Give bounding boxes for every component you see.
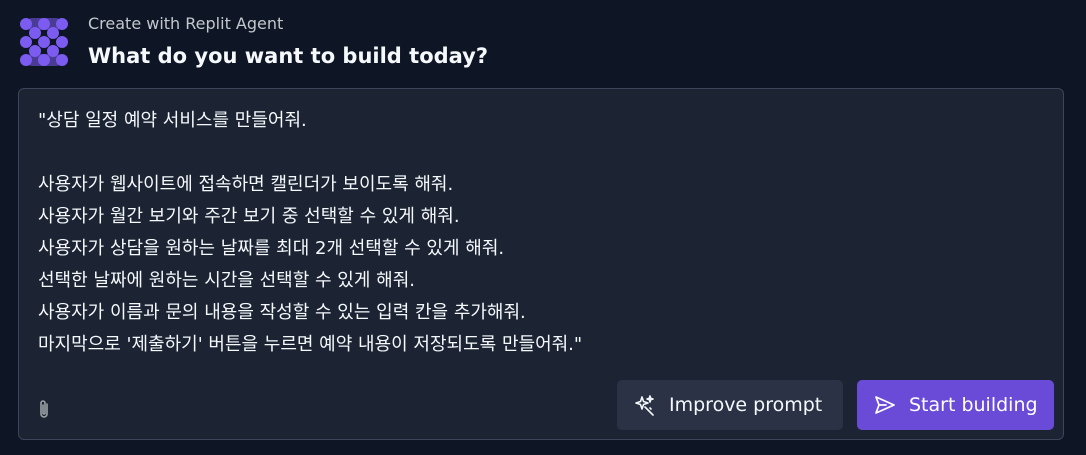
page-title: What do you want to build today? <box>88 44 489 68</box>
prompt-line: 선택한 날짜에 원하는 시간을 선택할 수 있게 해줘. <box>38 270 415 291</box>
improve-prompt-label: Improve prompt <box>669 394 823 416</box>
sparkle-wand-icon <box>635 395 654 416</box>
prompt-line: 사용자가 이름과 문의 내용을 작성할 수 있는 입력 칸을 추가해줘. <box>38 302 526 323</box>
agent-header: Create with Replit Agent What do you wan… <box>0 0 1086 88</box>
prompt-line: 사용자가 월간 보기와 주간 보기 중 선택할 수 있게 해줘. <box>38 206 460 227</box>
paperclip-icon <box>40 400 48 418</box>
attach-file-button[interactable] <box>33 397 55 423</box>
header-subtitle: Create with Replit Agent <box>88 14 284 33</box>
prompt-line <box>38 137 1038 169</box>
prompt-line: "상담 일정 예약 서비스를 만들어줘. <box>38 110 307 131</box>
start-building-button[interactable]: Start building <box>857 380 1054 430</box>
prompt-line: 사용자가 상담을 원하는 날짜를 최대 2개 선택할 수 있게 해줘. <box>38 238 505 259</box>
replit-agent-logo-icon <box>20 18 68 66</box>
prompt-panel: "상담 일정 예약 서비스를 만들어줘. 사용자가 웹사이트에 접속하면 캘린더… <box>18 88 1064 440</box>
prompt-input[interactable]: "상담 일정 예약 서비스를 만들어줘. 사용자가 웹사이트에 접속하면 캘린더… <box>38 105 1038 361</box>
send-arrow-icon <box>875 396 895 414</box>
prompt-line: 마지막으로 '제출하기' 버튼을 누르면 예약 내용이 저장되도록 만들어줘." <box>38 334 583 355</box>
improve-prompt-button[interactable]: Improve prompt <box>617 380 843 430</box>
prompt-line: 사용자가 웹사이트에 접속하면 캘린더가 보이도록 해줘. <box>38 174 454 195</box>
start-building-label: Start building <box>909 394 1038 416</box>
